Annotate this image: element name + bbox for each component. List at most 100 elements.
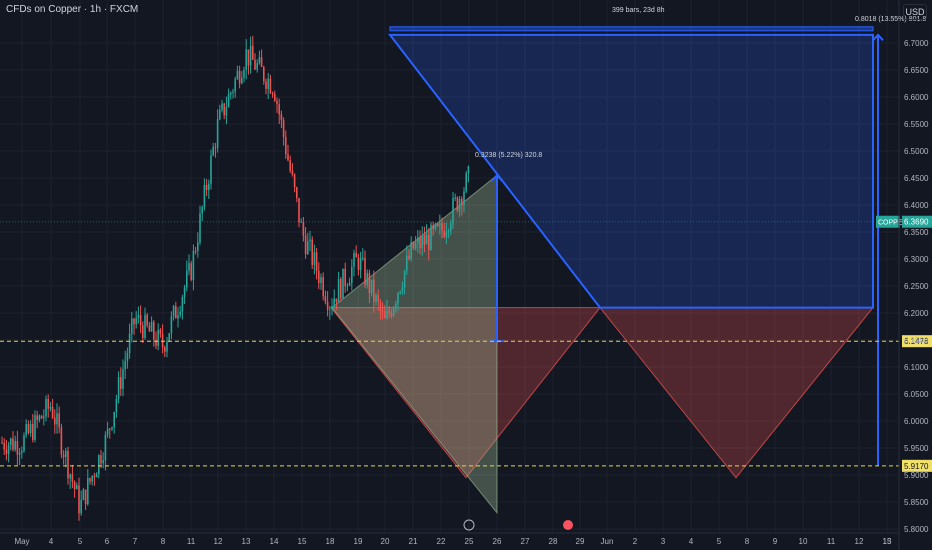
time-axis[interactable]: May 4 5 6 7 8 11 12 13 14 15 18 19 20 21 22 25 26 27 28 29 Ju… [0, 532, 899, 546]
candle-body [214, 146, 217, 148]
candle-body [126, 352, 129, 362]
candle-body [18, 452, 21, 455]
candle-body [320, 277, 322, 284]
candle-body [315, 252, 318, 271]
x-tick-label: 11 [827, 537, 836, 546]
candle-body [461, 198, 463, 206]
candle-body [454, 197, 456, 199]
candle-body [342, 268, 344, 299]
candle-body [252, 45, 254, 60]
candle-body [326, 301, 329, 310]
candle-body [166, 341, 168, 352]
y-tick-label: 5.8000 [904, 525, 929, 534]
x-tick-label: 8 [745, 537, 750, 546]
candle-body [54, 417, 56, 425]
x-tick-label: 26 [493, 537, 502, 546]
candle-body [406, 255, 408, 271]
y-tick-label: 6.0500 [904, 390, 929, 399]
candle-body [7, 445, 10, 454]
candle-body [36, 415, 38, 421]
candle-body [260, 57, 263, 67]
candle-body [410, 241, 412, 259]
candle-body [364, 257, 366, 285]
candle-body [254, 59, 256, 70]
candle-body [309, 239, 311, 242]
candle-body [71, 474, 74, 482]
candle-body [69, 474, 71, 479]
candle-body [128, 333, 131, 353]
candle-body [113, 411, 115, 428]
last-price-text: 6.3690 [904, 218, 929, 227]
candle-body [241, 77, 243, 84]
y-tick-label: 5.8500 [904, 498, 929, 507]
y-tick-label: 6.1000 [904, 363, 929, 372]
candle-body [381, 311, 384, 313]
candle-body [373, 279, 375, 302]
candle-body [172, 305, 175, 317]
candle-body [49, 406, 52, 409]
candle-body [419, 237, 421, 249]
candle-body [395, 303, 397, 308]
candle-body [194, 250, 197, 252]
candle-body [1, 442, 3, 444]
candle-body [456, 197, 459, 211]
y-tick-label: 6.4000 [904, 201, 929, 210]
candle-body [153, 322, 155, 340]
candle-body [285, 137, 287, 155]
economic-event-icon [563, 520, 573, 530]
candle-body [331, 306, 333, 309]
candle-body [243, 69, 245, 78]
date-range-bar [389, 26, 874, 32]
x-tick-label: 22 [437, 537, 446, 546]
candle-body [58, 413, 60, 428]
x-tick-label: 12 [214, 537, 223, 546]
y-tick-label: 6.5000 [904, 147, 929, 156]
chart[interactable]: 6.14785.9170COPPER6.3690 6.70006.65006.6… [0, 0, 932, 550]
candle-body [170, 316, 173, 334]
y-tick-label: 6.4500 [904, 174, 929, 183]
candle-body [197, 242, 199, 252]
candle-body [368, 273, 371, 294]
candle-body [164, 347, 166, 352]
candle-body [434, 223, 437, 229]
candle-body [80, 499, 82, 514]
candle-body [340, 278, 342, 299]
candle-body [21, 450, 23, 453]
candle-body [289, 160, 291, 171]
currency-button[interactable]: USD [903, 4, 927, 20]
candle-body [168, 333, 170, 342]
x-tick-label: 29 [576, 537, 585, 546]
candle-body [142, 325, 144, 339]
candle-body [183, 287, 186, 298]
candle-body [425, 234, 428, 245]
candle-body [236, 71, 239, 80]
candle-body [62, 454, 65, 458]
x-tick-label: 7 [133, 537, 138, 546]
candle-body [137, 314, 140, 319]
x-tick-label: 9 [773, 537, 778, 546]
candle-body [186, 270, 188, 288]
candle-body [29, 424, 32, 433]
x-tick-label: 5 [78, 537, 83, 546]
candle-body [60, 427, 63, 455]
candle-body [384, 311, 386, 319]
candle-body [117, 377, 120, 399]
candle-body [377, 295, 379, 302]
candle-body [397, 293, 399, 304]
candle-body [348, 282, 351, 286]
candle-body [430, 224, 432, 250]
candle-body [428, 234, 430, 250]
candle-body [115, 398, 118, 412]
candle-body [38, 415, 41, 421]
candle-body [177, 314, 179, 319]
candle-body [234, 79, 236, 92]
candle-body [265, 81, 267, 89]
candle-body [82, 489, 85, 500]
x-tick-label: 6 [105, 537, 110, 546]
candle-body [104, 434, 107, 461]
candle-body [230, 92, 232, 95]
chart-title: CFDs on Copper · 1h · FXCM [6, 4, 139, 15]
candle-body [450, 223, 452, 231]
candle-body [447, 230, 450, 232]
candle-body [89, 478, 91, 482]
